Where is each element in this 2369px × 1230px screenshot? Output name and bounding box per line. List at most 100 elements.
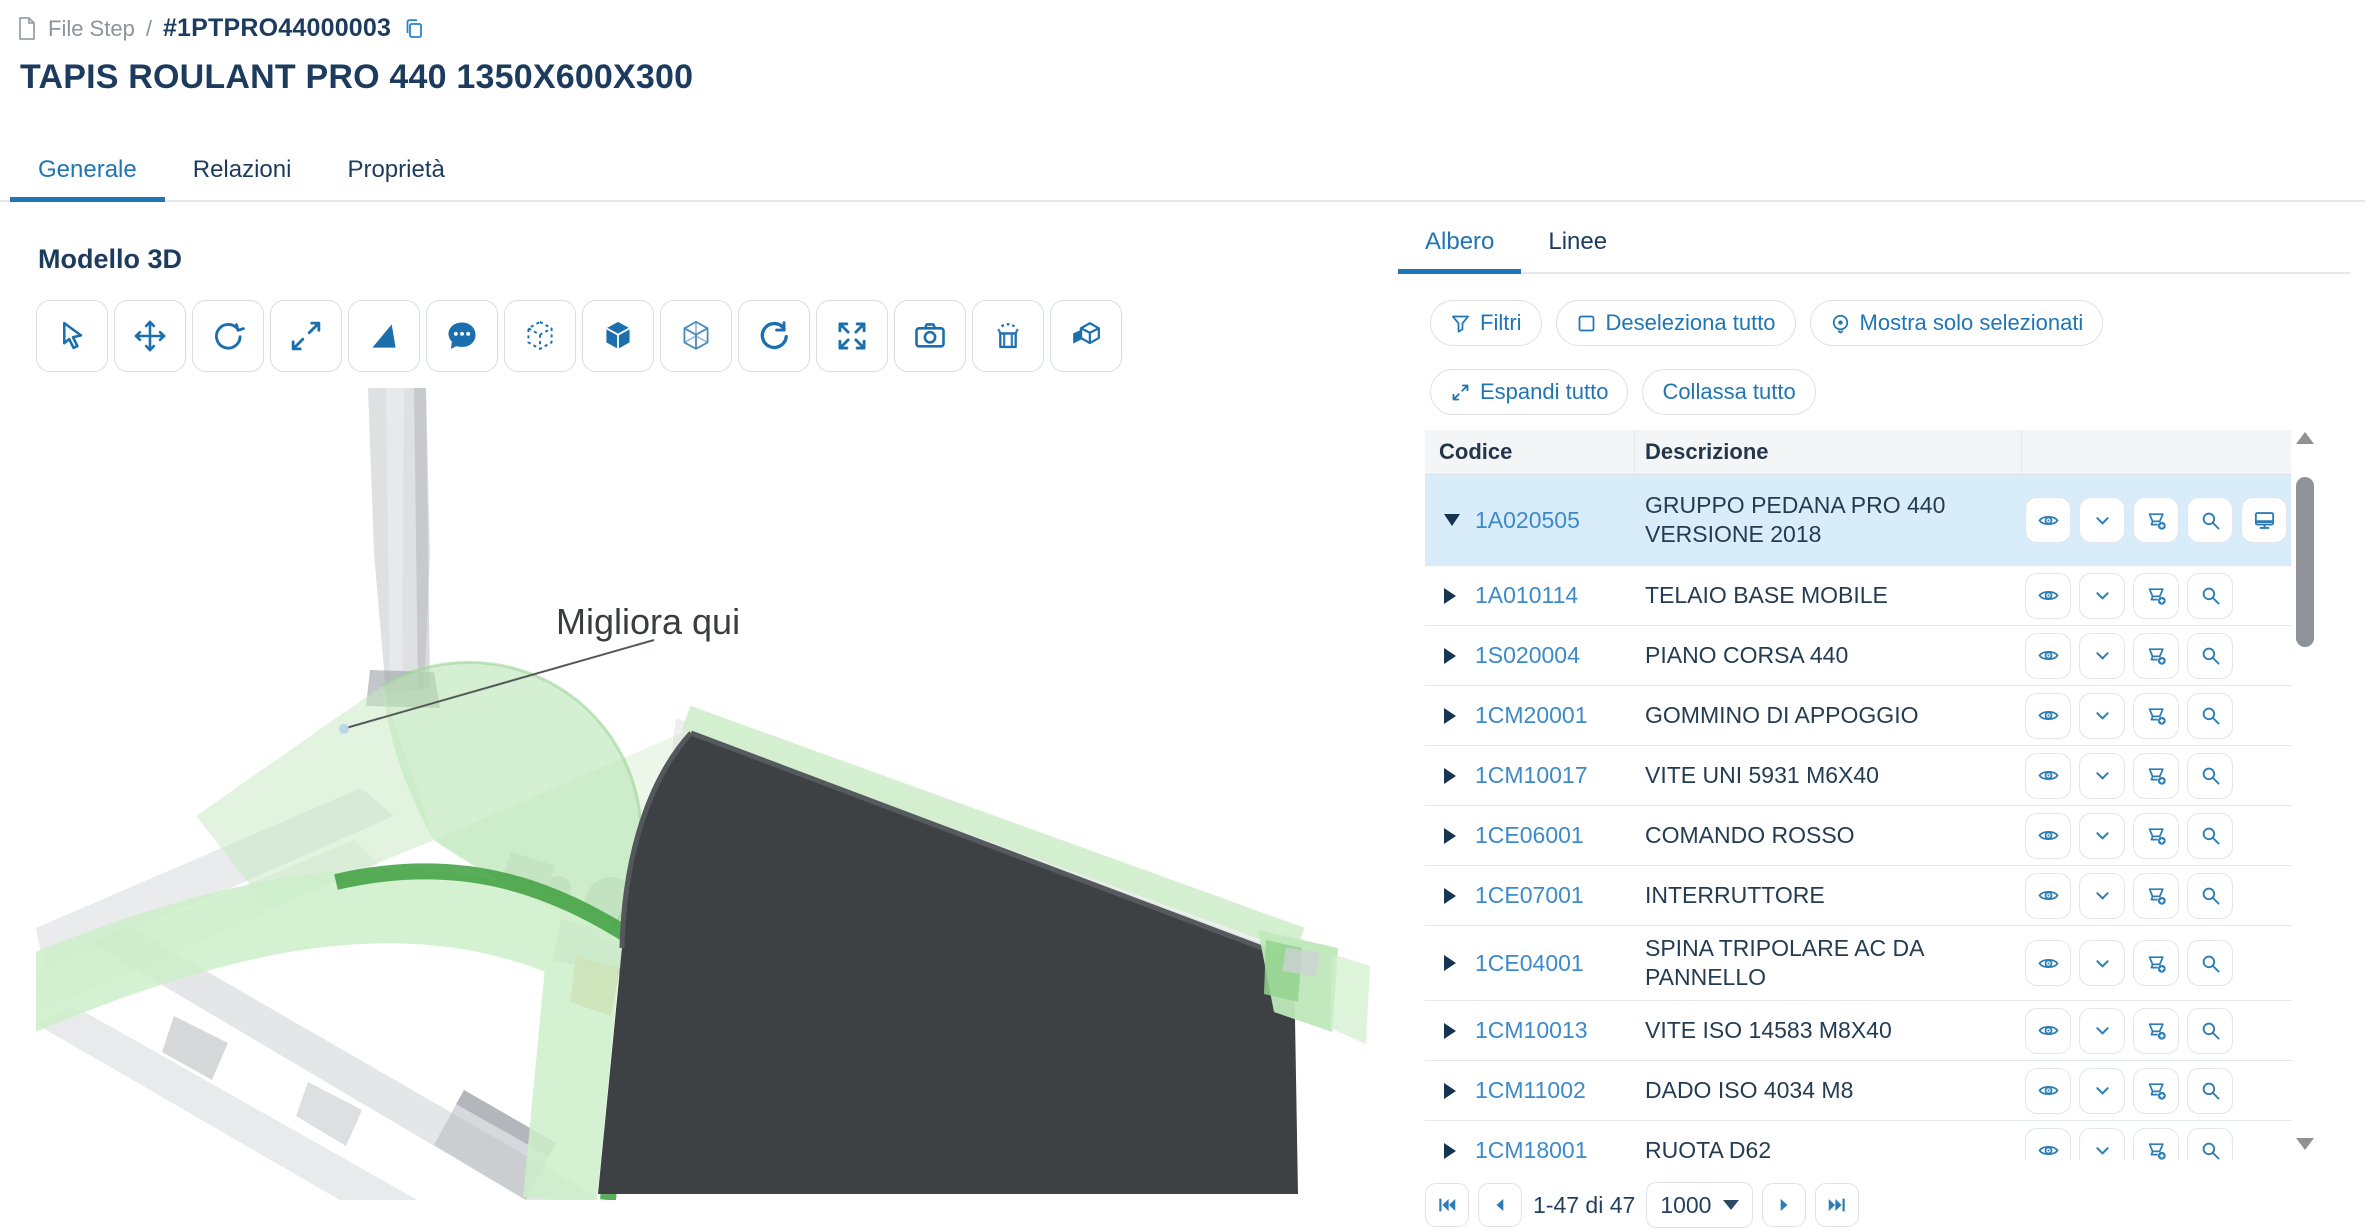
scroll-up-icon[interactable] <box>2296 432 2314 444</box>
search-button[interactable] <box>2187 573 2233 619</box>
row-code-link[interactable]: 1CE07001 <box>1475 882 1584 908</box>
cube-shaded-icon[interactable] <box>582 300 654 372</box>
row-menu-button[interactable] <box>2079 693 2125 739</box>
row-code-link[interactable]: 1CM10013 <box>1475 1017 1588 1043</box>
show-in-viewer-button[interactable] <box>2025 813 2071 859</box>
search-button[interactable] <box>2187 753 2233 799</box>
row-expander-icon[interactable] <box>1444 648 1456 664</box>
search-button[interactable] <box>2187 813 2233 859</box>
viewport-3d[interactable]: Migliora qui <box>36 388 1420 1200</box>
row-menu-button[interactable] <box>2079 1008 2125 1054</box>
row-code-link[interactable]: 1CE06001 <box>1475 822 1584 848</box>
tab-generale[interactable]: Generale <box>10 150 165 202</box>
show-in-viewer-button[interactable] <box>2025 753 2071 799</box>
page-size-select[interactable]: 1000 <box>1646 1182 1753 1228</box>
first-page-button[interactable] <box>1425 1183 1469 1227</box>
tab-relazioni[interactable]: Relazioni <box>165 150 320 202</box>
row-menu-button[interactable] <box>2079 940 2125 986</box>
reset-view-icon[interactable] <box>738 300 810 372</box>
add-to-cart-button[interactable] <box>2133 1008 2179 1054</box>
row-expander-icon[interactable] <box>1444 1083 1456 1099</box>
cube-transparent-icon[interactable] <box>660 300 732 372</box>
row-expander-icon[interactable] <box>1444 1143 1456 1159</box>
search-button[interactable] <box>2187 693 2233 739</box>
row-code-link[interactable]: 1CE04001 <box>1475 950 1584 976</box>
add-to-cart-button[interactable] <box>2133 813 2179 859</box>
screenshot-icon[interactable] <box>894 300 966 372</box>
show-in-viewer-button[interactable] <box>2025 1068 2071 1114</box>
row-code-link[interactable]: 1CM18001 <box>1475 1137 1588 1160</box>
row-code-link[interactable]: 1A010114 <box>1475 582 1578 608</box>
prev-page-button[interactable] <box>1478 1183 1522 1227</box>
row-menu-button[interactable] <box>2079 873 2125 919</box>
breadcrumb-section[interactable]: File Step <box>48 16 135 42</box>
scrollbar-thumb[interactable] <box>2296 477 2314 647</box>
search-button[interactable] <box>2187 873 2233 919</box>
show-in-viewer-button[interactable] <box>2025 497 2071 543</box>
row-expander-icon[interactable] <box>1444 708 1456 724</box>
row-code-link[interactable]: 1CM10017 <box>1475 762 1588 788</box>
copy-icon[interactable] <box>402 16 426 42</box>
search-button[interactable] <box>2187 633 2233 679</box>
fit-to-screen-icon[interactable] <box>816 300 888 372</box>
collapse-all-button[interactable]: Collassa tutto <box>1642 369 1815 415</box>
show-in-viewer-button[interactable] <box>2025 1008 2071 1054</box>
row-menu-button[interactable] <box>2079 633 2125 679</box>
row-menu-button[interactable] <box>2079 813 2125 859</box>
show-in-viewer-button[interactable] <box>2025 1128 2071 1161</box>
add-to-cart-button[interactable] <box>2133 633 2179 679</box>
row-expander-icon[interactable] <box>1444 955 1456 971</box>
add-to-cart-button[interactable] <box>2133 1068 2179 1114</box>
tab-albero[interactable]: Albero <box>1398 222 1521 274</box>
add-to-cart-button[interactable] <box>2133 940 2179 986</box>
row-menu-button[interactable] <box>2079 497 2125 543</box>
add-to-cart-button[interactable] <box>2133 873 2179 919</box>
search-button[interactable] <box>2187 1128 2233 1161</box>
show-only-selected-button[interactable]: Mostra solo selezionati <box>1810 300 2104 346</box>
comment-icon[interactable] <box>426 300 498 372</box>
add-to-cart-button[interactable] <box>2133 573 2179 619</box>
search-button[interactable] <box>2187 940 2233 986</box>
cube-section-icon[interactable] <box>1050 300 1122 372</box>
show-in-viewer-button[interactable] <box>2025 873 2071 919</box>
row-menu-button[interactable] <box>2079 573 2125 619</box>
show-on-screen-button[interactable] <box>2241 497 2287 543</box>
row-expander-icon[interactable] <box>1444 828 1456 844</box>
search-button[interactable] <box>2187 1068 2233 1114</box>
next-page-button[interactable] <box>1762 1183 1806 1227</box>
show-in-viewer-button[interactable] <box>2025 693 2071 739</box>
deselect-all-button[interactable]: Deseleziona tutto <box>1556 300 1796 346</box>
row-expander-icon[interactable] <box>1444 588 1456 604</box>
pan-icon[interactable] <box>114 300 186 372</box>
row-expander-icon[interactable] <box>1444 1023 1456 1039</box>
row-code-link[interactable]: 1CM20001 <box>1475 702 1588 728</box>
tab-proprieta[interactable]: Proprietà <box>319 150 472 202</box>
show-in-viewer-button[interactable] <box>2025 633 2071 679</box>
row-menu-button[interactable] <box>2079 753 2125 799</box>
add-to-cart-button[interactable] <box>2133 497 2179 543</box>
select-cursor-icon[interactable] <box>36 300 108 372</box>
add-to-cart-button[interactable] <box>2133 1128 2179 1161</box>
scroll-down-icon[interactable] <box>2296 1138 2314 1150</box>
row-code-link[interactable]: 1CM11002 <box>1475 1077 1586 1103</box>
open-box-icon[interactable] <box>972 300 1044 372</box>
add-to-cart-button[interactable] <box>2133 693 2179 739</box>
row-menu-button[interactable] <box>2079 1128 2125 1161</box>
cube-wireframe-icon[interactable] <box>504 300 576 372</box>
search-button[interactable] <box>2187 497 2233 543</box>
expand-all-button[interactable]: Espandi tutto <box>1430 369 1628 415</box>
row-code-link[interactable]: 1A020505 <box>1475 507 1580 533</box>
filters-button[interactable]: Filtri <box>1430 300 1542 346</box>
rotate-icon[interactable] <box>192 300 264 372</box>
row-expander-icon[interactable] <box>1444 888 1456 904</box>
measure-icon[interactable] <box>348 300 420 372</box>
row-expander-icon[interactable] <box>1444 768 1456 784</box>
show-in-viewer-button[interactable] <box>2025 573 2071 619</box>
search-button[interactable] <box>2187 1008 2233 1054</box>
row-menu-button[interactable] <box>2079 1068 2125 1114</box>
show-in-viewer-button[interactable] <box>2025 940 2071 986</box>
add-to-cart-button[interactable] <box>2133 753 2179 799</box>
zoom-extents-icon[interactable] <box>270 300 342 372</box>
row-code-link[interactable]: 1S020004 <box>1475 642 1580 668</box>
last-page-button[interactable] <box>1815 1183 1859 1227</box>
